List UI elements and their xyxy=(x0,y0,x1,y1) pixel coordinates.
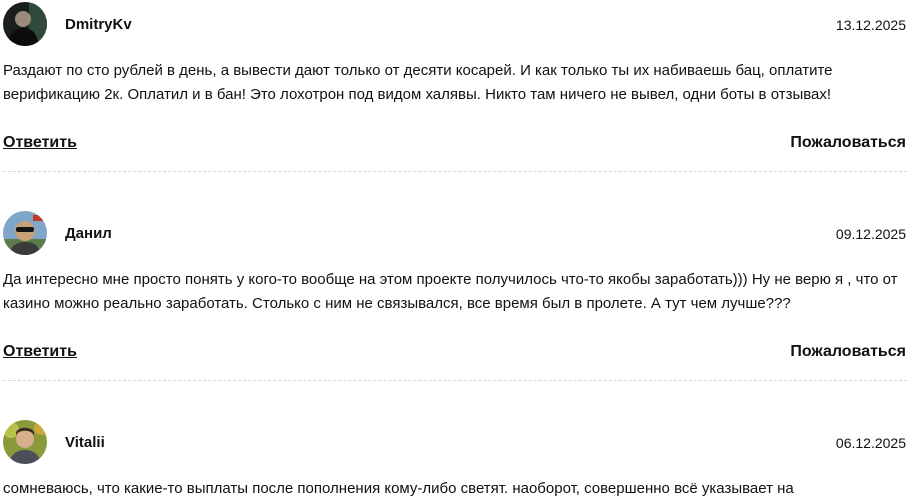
comment-author: Данил xyxy=(65,225,112,242)
comment-divider xyxy=(3,171,907,172)
comment-text: сомневаюсь, что какие-то выплаты после п… xyxy=(3,480,794,497)
comment-author: DmitryKv xyxy=(65,16,132,33)
comment-header: DmitryKv 13.12.2025 xyxy=(0,2,906,48)
comment-date: 06.12.2025 xyxy=(835,435,906,451)
report-button[interactable]: Пожаловаться xyxy=(790,342,906,362)
comments-list: DmitryKv 13.12.2025 Раздают по сто рубле… xyxy=(0,0,910,501)
avatar-photo-icon xyxy=(3,2,47,46)
report-button[interactable]: Пожаловаться xyxy=(790,133,906,153)
avatar xyxy=(3,420,47,464)
avatar-photo-icon xyxy=(3,211,47,255)
comment-header: Данил 09.12.2025 xyxy=(0,211,906,257)
avatar-photo-icon xyxy=(3,420,47,464)
comment-date: 09.12.2025 xyxy=(835,226,906,242)
comment-author: Vitalii xyxy=(65,434,105,451)
avatar xyxy=(3,211,47,255)
comment-divider xyxy=(3,380,907,381)
comment-header: Vitalii 06.12.2025 xyxy=(0,420,906,466)
comment-text: Да интересно мне просто понять у кого-то… xyxy=(3,271,898,312)
avatar xyxy=(3,2,47,46)
comment-text: Раздают по сто рублей в день, а вывести … xyxy=(3,62,833,103)
reply-button[interactable]: Ответить xyxy=(3,342,77,362)
comment-date: 13.12.2025 xyxy=(835,17,906,33)
reply-button[interactable]: Ответить xyxy=(3,133,77,153)
